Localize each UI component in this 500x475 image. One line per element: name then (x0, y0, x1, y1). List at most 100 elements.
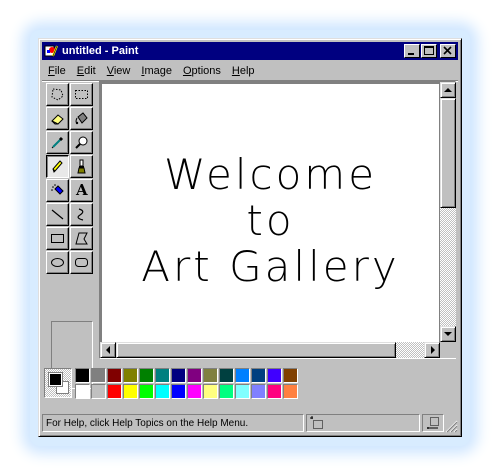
palette-swatch[interactable] (283, 384, 298, 399)
selection-size-icon (427, 417, 439, 429)
title-bar[interactable]: untitled - Paint (42, 42, 458, 60)
vertical-scroll-thumb[interactable] (440, 98, 456, 208)
palette-swatch[interactable] (267, 368, 282, 383)
tool-free-form-select[interactable] (46, 83, 69, 106)
tool-airbrush[interactable] (46, 179, 69, 202)
palette-swatch[interactable] (123, 384, 138, 399)
scroll-right-button[interactable] (424, 342, 440, 358)
pencil-icon (52, 160, 63, 173)
scroll-corner (440, 342, 456, 358)
tool-rounded-rectangle[interactable] (70, 251, 93, 274)
menu-options[interactable]: Options (177, 65, 226, 77)
rectangle-select-icon (75, 90, 88, 99)
palette-swatch[interactable] (171, 384, 186, 399)
tool-pencil[interactable] (46, 155, 69, 178)
palette-swatch[interactable] (155, 368, 170, 383)
tool-magnifier[interactable] (70, 131, 93, 154)
palette-swatch[interactable] (91, 384, 106, 399)
current-colors[interactable] (44, 368, 72, 398)
rounded-rectangle-icon (75, 258, 88, 267)
palette-swatch[interactable] (187, 368, 202, 383)
resize-grip-icon[interactable] (444, 419, 458, 433)
tool-rectangle[interactable] (46, 227, 69, 250)
palette-swatch[interactable] (123, 368, 138, 383)
brush-icon (77, 159, 86, 174)
palette-swatch[interactable] (235, 384, 250, 399)
menu-bar: File Edit View Image Options Help (42, 62, 458, 80)
palette-swatch[interactable] (139, 384, 154, 399)
palette-swatch[interactable] (219, 384, 234, 399)
tool-fill[interactable] (70, 107, 93, 130)
palette-swatch[interactable] (75, 384, 90, 399)
canvas-line-1: Welcome (163, 150, 378, 199)
line-icon (51, 209, 64, 220)
palette-swatch[interactable] (155, 384, 170, 399)
tool-curve[interactable] (70, 203, 93, 226)
menu-edit[interactable]: Edit (71, 65, 101, 77)
arrow-down-icon (444, 332, 452, 336)
canvas-line-2: to (246, 196, 295, 245)
arrow-up-icon (444, 88, 452, 92)
tool-brush[interactable] (70, 155, 93, 178)
maximize-button[interactable] (421, 44, 437, 58)
arrow-left-icon (106, 346, 110, 354)
vertical-scrollbar[interactable] (440, 82, 456, 342)
scroll-down-button[interactable] (440, 326, 456, 342)
free-form-select-icon (51, 88, 64, 101)
window-title: untitled - Paint (62, 45, 139, 57)
maximize-icon (424, 46, 434, 55)
tool-text[interactable]: A (70, 179, 93, 202)
cursor-position-icon (310, 416, 323, 429)
status-position-panel (306, 414, 420, 432)
menu-image[interactable]: Image (135, 65, 177, 77)
minimize-icon (408, 53, 414, 55)
fill-bucket-icon (75, 112, 88, 125)
drawing-canvas[interactable]: Welcome to Art Gallery (102, 84, 439, 342)
menu-file[interactable]: File (42, 65, 71, 77)
scroll-left-button[interactable] (100, 342, 116, 358)
palette-swatch[interactable] (283, 368, 298, 383)
palette-swatch[interactable] (139, 368, 154, 383)
palette-swatch[interactable] (219, 368, 234, 383)
palette-swatch[interactable] (107, 368, 122, 383)
scroll-up-button[interactable] (440, 82, 456, 98)
close-button[interactable] (440, 44, 456, 58)
palette-swatch[interactable] (251, 384, 266, 399)
ellipse-icon (51, 258, 64, 267)
tool-line[interactable] (46, 203, 69, 226)
menu-help[interactable]: Help (226, 65, 260, 77)
curve-icon (77, 208, 84, 221)
close-icon (443, 46, 452, 55)
palette-swatch[interactable] (203, 384, 218, 399)
horizontal-scrollbar[interactable] (100, 342, 440, 358)
tool-ellipse[interactable] (46, 251, 69, 274)
palette-swatch[interactable] (251, 368, 266, 383)
canvas-line-3: Art Gallery (141, 242, 400, 291)
horizontal-scroll-thumb[interactable] (116, 342, 396, 358)
palette-swatch[interactable] (267, 384, 282, 399)
status-help-text: For Help, click Help Topics on the Help … (46, 417, 249, 429)
airbrush-icon (51, 184, 64, 195)
palette-swatch[interactable] (75, 368, 90, 383)
tool-polygon[interactable] (70, 227, 93, 250)
tool-pick-color[interactable] (46, 131, 69, 154)
tool-rectangle-select[interactable] (70, 83, 93, 106)
minimize-button[interactable] (404, 44, 420, 58)
canvas-area: Welcome to Art Gallery (99, 81, 456, 359)
palette-swatch[interactable] (171, 368, 186, 383)
arrow-right-icon (431, 346, 435, 354)
palette-swatch[interactable] (187, 384, 202, 399)
palette-swatch[interactable] (91, 368, 106, 383)
paint-icon (44, 45, 58, 57)
paint-window: untitled - Paint File Edit View Image Op… (38, 38, 462, 437)
rectangle-icon (51, 234, 64, 243)
palette-swatch[interactable] (203, 368, 218, 383)
color-picker-icon (51, 136, 64, 149)
magnifier-icon (75, 136, 88, 149)
palette-swatch[interactable] (235, 368, 250, 383)
tool-eraser[interactable] (46, 107, 69, 130)
eraser-icon (51, 114, 64, 125)
menu-view[interactable]: View (101, 65, 136, 77)
palette-swatch[interactable] (107, 384, 122, 399)
polygon-icon (75, 232, 88, 245)
